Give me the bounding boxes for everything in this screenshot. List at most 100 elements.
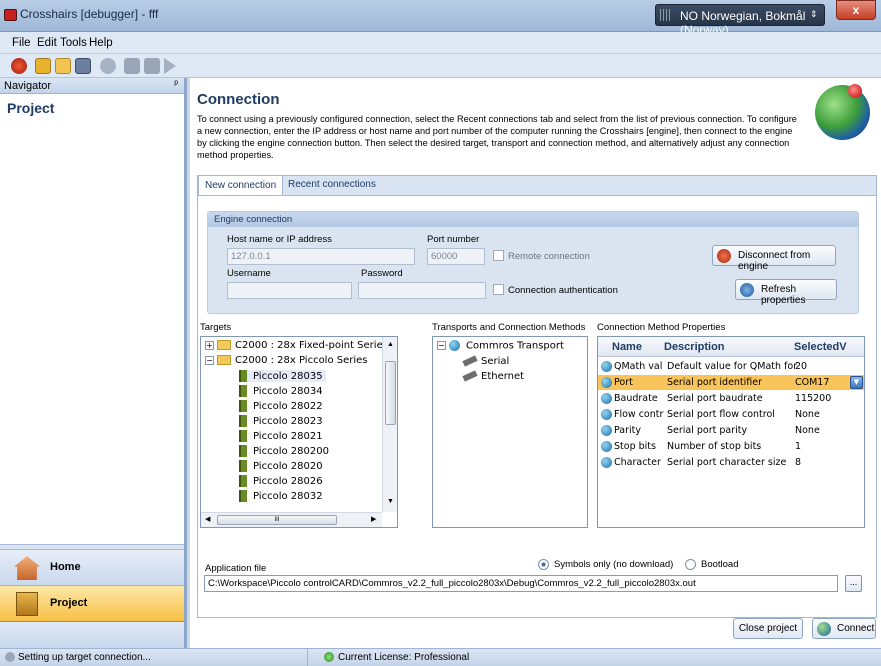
stop-square-icon[interactable] — [144, 58, 160, 74]
tree-leaf-piccolo-28032[interactable]: Piccolo 28032 — [239, 490, 323, 502]
property-row[interactable]: Flow contr Serial port flow control None — [598, 407, 842, 422]
tab-new-connection[interactable]: New connection — [198, 175, 284, 195]
browse-button[interactable]: ... — [845, 575, 862, 592]
application-file-input[interactable]: C:\Workspace\Piccolo controlCARD\Commros… — [204, 575, 838, 592]
engine-connection-header: Engine connection — [208, 212, 858, 227]
password-input[interactable] — [358, 282, 486, 299]
column-description[interactable]: Description — [664, 341, 725, 353]
nav-project-button[interactable]: Project — [0, 586, 184, 622]
collapse-icon[interactable]: − — [437, 341, 446, 350]
transports-tree[interactable]: − Commros Transport Serial Ethernet — [432, 336, 588, 528]
tree-leaf-label: Piccolo 280200 — [253, 446, 329, 457]
symbols-only-radio[interactable] — [538, 559, 549, 570]
scroll-down-icon[interactable]: ▼ — [387, 498, 394, 505]
column-name[interactable]: Name — [612, 341, 642, 353]
properties-grid[interactable]: Name Description SelectedV QMath val Defa… — [597, 336, 865, 528]
stop-icon[interactable] — [11, 58, 27, 74]
property-name: Port — [614, 377, 633, 388]
host-input[interactable]: 127.0.0.1 — [227, 248, 415, 265]
property-row[interactable]: Stop bits Number of stop bits 1 — [598, 439, 842, 454]
title-bar[interactable]: Crosshairs [debugger] - fff NO Norwegian… — [0, 0, 881, 37]
targets-horizontal-scrollbar[interactable]: ◀ III ▶ — [201, 512, 382, 527]
disconnect-button[interactable]: Disconnect from engine — [712, 245, 836, 272]
targets-tree[interactable]: + C2000 : 28x Fixed-point Series − C2000 :… — [200, 336, 398, 528]
property-description: Serial port identifier — [667, 377, 763, 388]
language-indicator[interactable]: NO Norwegian, Bokmål (Norway) — [655, 4, 825, 37]
collapse-icon[interactable]: − — [205, 355, 214, 365]
tree-leaf-label: Serial — [481, 356, 510, 367]
scroll-left-icon[interactable]: ◀ — [205, 515, 210, 523]
connection-auth-checkbox[interactable] — [493, 284, 504, 295]
tree-leaf-ethernet[interactable]: Ethernet — [462, 370, 525, 382]
skip-back-icon[interactable] — [124, 58, 140, 74]
tree-leaf-piccolo-28021[interactable]: Piccolo 28021 — [239, 430, 323, 442]
disconnect-icon — [717, 249, 731, 263]
tree-leaf-piccolo-28022[interactable]: Piccolo 28022 — [239, 400, 323, 412]
menu-edit[interactable]: Edit — [37, 37, 57, 49]
targets-vertical-scrollbar[interactable]: ▲ ▼ — [382, 337, 397, 512]
menu-tools[interactable]: Tools — [60, 37, 87, 49]
property-description: Default value for QMath for — [667, 361, 798, 372]
language-grip-icon — [660, 9, 672, 21]
remote-connection-checkbox[interactable] — [493, 250, 504, 261]
language-dropdown-icon[interactable]: ⇕ — [810, 9, 818, 20]
property-row-selected[interactable]: Port Serial port identifier COM17 ▼ — [598, 375, 864, 390]
pin-icon[interactable]: ᵖ — [174, 79, 178, 90]
property-value: COM17 — [795, 377, 830, 388]
property-icon — [601, 441, 612, 452]
scroll-thumb[interactable]: III — [217, 515, 337, 525]
scroll-up-icon[interactable]: ▲ — [387, 341, 394, 348]
scroll-thumb[interactable] — [385, 361, 396, 425]
value-dropdown-icon[interactable]: ▼ — [850, 376, 863, 389]
port-input[interactable]: 60000 — [427, 248, 485, 265]
scroll-right-icon[interactable]: ▶ — [371, 515, 376, 523]
status-message: Setting up target connection... — [18, 652, 151, 663]
property-value: 1 — [795, 441, 802, 452]
tab-recent-connections[interactable]: Recent connections — [282, 175, 382, 195]
bootload-radio[interactable] — [685, 559, 696, 570]
tree-leaf-serial[interactable]: Serial — [462, 355, 510, 367]
window-close-button[interactable]: x — [836, 0, 876, 20]
tree-node-commros-transport[interactable]: − Commros Transport — [437, 340, 564, 352]
connect-button[interactable]: Connect — [812, 618, 876, 639]
window-title: Crosshairs [debugger] - fff — [20, 7, 159, 21]
tree-node-piccolo-series[interactable]: − C2000 : 28x Piccolo Series — [205, 355, 368, 366]
nav-home-button[interactable]: Home — [0, 550, 184, 586]
close-project-button[interactable]: Close project — [733, 618, 803, 639]
tree-node-fixed-point[interactable]: + C2000 : 28x Fixed-point Series — [205, 340, 388, 351]
play-icon[interactable] — [164, 58, 176, 74]
chip-icon — [239, 370, 247, 382]
menu-file[interactable]: File — [12, 37, 31, 49]
property-row[interactable]: Parity Serial port parity None — [598, 423, 842, 438]
property-row[interactable]: QMath val Default value for QMath for 20 — [598, 359, 842, 374]
expand-icon[interactable]: + — [205, 340, 214, 350]
license-status: Current License: Professional — [338, 652, 470, 663]
globe-icon — [817, 622, 831, 636]
open-folder-icon — [217, 355, 231, 365]
property-value: 8 — [795, 457, 802, 468]
app-icon — [4, 9, 17, 21]
property-icon — [601, 409, 612, 420]
tree-leaf-piccolo-28026[interactable]: Piccolo 28026 — [239, 475, 323, 487]
chip-icon — [239, 445, 247, 457]
tree-leaf-piccolo-28035[interactable]: Piccolo 28035 — [239, 370, 326, 382]
save-icon[interactable] — [75, 58, 91, 74]
property-row[interactable]: Baudrate Serial port baudrate 115200 — [598, 391, 842, 406]
open-folder-icon[interactable] — [55, 58, 71, 74]
tree-leaf-piccolo-280200[interactable]: Piccolo 280200 — [239, 445, 329, 457]
navigator-header-label: Navigator — [4, 80, 52, 92]
tree-leaf-piccolo-28034[interactable]: Piccolo 28034 — [239, 385, 323, 397]
username-input[interactable] — [227, 282, 352, 299]
connection-tabs: New connection Recent connections Engine… — [197, 175, 877, 618]
property-value: 115200 — [795, 393, 832, 404]
tree-leaf-piccolo-28020[interactable]: Piccolo 28020 — [239, 460, 323, 472]
new-project-icon[interactable] — [35, 58, 51, 74]
column-selected-value[interactable]: SelectedV — [794, 341, 847, 353]
record-icon[interactable] — [100, 58, 116, 74]
tree-leaf-piccolo-28023[interactable]: Piccolo 28023 — [239, 415, 323, 427]
property-row[interactable]: Character Serial port character size 8 — [598, 455, 842, 470]
tree-leaf-label: Ethernet — [481, 371, 525, 382]
menu-help[interactable]: Help — [89, 37, 113, 49]
refresh-properties-button[interactable]: Refresh properties — [735, 279, 837, 306]
project-icon — [16, 592, 38, 616]
